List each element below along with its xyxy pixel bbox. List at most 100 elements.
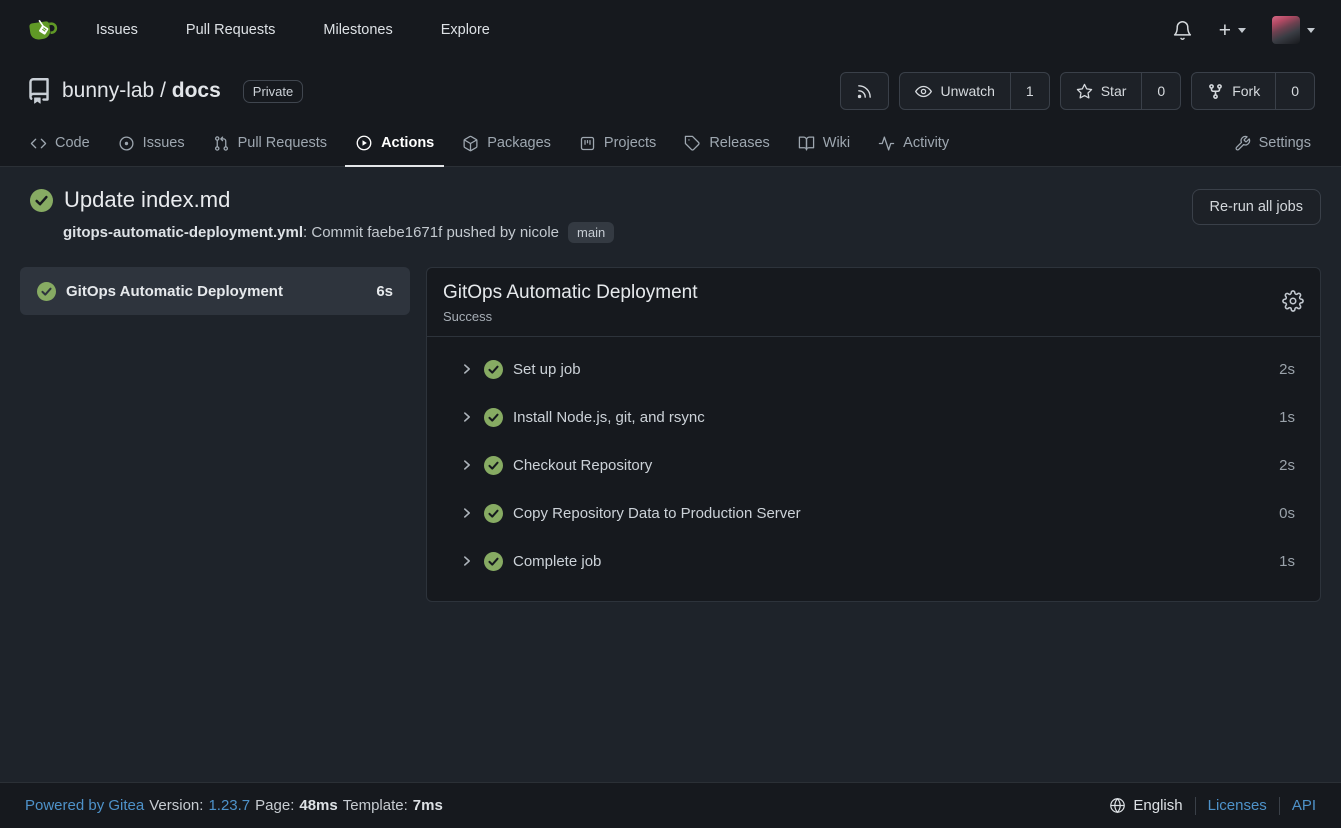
step-row-checkout[interactable]: Checkout Repository 2s [427, 441, 1320, 489]
fork-label: Fork [1232, 83, 1260, 99]
licenses-link[interactable]: Licenses [1208, 797, 1267, 814]
success-check-icon [484, 456, 503, 475]
play-circle-icon [355, 134, 373, 152]
chevron-right-icon [460, 554, 474, 568]
step-duration: 1s [1279, 409, 1295, 426]
issue-opened-icon [118, 135, 135, 152]
top-navbar: Issues Pull Requests Milestones Explore … [0, 0, 1341, 60]
star-icon [1076, 83, 1093, 100]
tab-label: Settings [1259, 135, 1311, 151]
job-panel-header: GitOps Automatic Deployment Success [427, 268, 1320, 337]
job-name: GitOps Automatic Deployment [66, 283, 283, 300]
unwatch-button[interactable]: Unwatch [900, 73, 1009, 109]
step-name: Install Node.js, git, and rsync [513, 409, 705, 426]
run-columns: GitOps Automatic Deployment 6s GitOps Au… [20, 267, 1321, 602]
powered-by-gitea-link[interactable]: Powered by Gitea [25, 797, 144, 814]
api-link[interactable]: API [1292, 797, 1316, 814]
tab-packages[interactable]: Packages [448, 120, 565, 166]
tab-code[interactable]: Code [16, 120, 104, 166]
fork-button[interactable]: Fork [1192, 73, 1275, 109]
rerun-all-jobs-button[interactable]: Re-run all jobs [1192, 189, 1322, 225]
job-status-text: Success [443, 309, 698, 324]
unwatch-label: Unwatch [940, 83, 994, 99]
nav-item-explore[interactable]: Explore [429, 22, 502, 38]
template-time-label: Template: [343, 797, 408, 814]
nav-item-pull-requests[interactable]: Pull Requests [174, 22, 287, 38]
footer-divider [1195, 797, 1196, 815]
gitea-logo-icon[interactable] [26, 14, 58, 46]
tabbar-spacer [963, 120, 1220, 166]
footer-divider [1279, 797, 1280, 815]
tab-projects[interactable]: Projects [565, 120, 670, 166]
book-open-icon [798, 135, 815, 152]
package-icon [462, 135, 479, 152]
language-label: English [1133, 797, 1182, 814]
run-title: Update index.md [64, 187, 230, 213]
version-label: Version: [149, 797, 203, 814]
rss-feed-button[interactable] [840, 72, 889, 110]
tab-label: Releases [709, 135, 769, 151]
chevron-right-icon [460, 458, 474, 472]
page-time-label: Page: [255, 797, 294, 814]
tab-issues[interactable]: Issues [104, 120, 199, 166]
chevron-down-icon [1238, 28, 1246, 33]
star-button[interactable]: Star [1061, 73, 1142, 109]
step-row-setup-job[interactable]: Set up job 2s [427, 345, 1320, 393]
tab-label: Wiki [823, 135, 850, 151]
tab-label: Projects [604, 135, 656, 151]
tab-label: Packages [487, 135, 551, 151]
nav-links: Issues Pull Requests Milestones Explore [72, 22, 514, 38]
repo-header: bunny-lab / docs Private [0, 60, 1341, 120]
chevron-right-icon [460, 506, 474, 520]
navbar-right: + [1172, 16, 1315, 44]
create-new-dropdown[interactable]: + [1219, 20, 1246, 41]
success-check-icon [484, 360, 503, 379]
gear-icon[interactable] [1282, 290, 1304, 312]
tab-wiki[interactable]: Wiki [784, 120, 864, 166]
step-duration: 2s [1279, 457, 1295, 474]
tab-label: Actions [381, 135, 434, 151]
commit-info: : Commit faebe1671f pushed by nicole [303, 224, 559, 241]
nav-item-issues[interactable]: Issues [84, 22, 150, 38]
footer-links: English Licenses API [1109, 797, 1316, 815]
step-name: Copy Repository Data to Production Serve… [513, 505, 801, 522]
footer-meta: Powered by Gitea Version: 1.23.7 Page: 4… [25, 797, 443, 814]
actions-run-view: Update index.md gitops-automatic-deploym… [0, 167, 1341, 782]
notifications-button[interactable] [1172, 20, 1193, 41]
step-row-complete-job[interactable]: Complete job 1s [427, 537, 1320, 585]
success-check-icon [484, 408, 503, 427]
step-name: Set up job [513, 361, 581, 378]
step-row-copy-data[interactable]: Copy Repository Data to Production Serve… [427, 489, 1320, 537]
step-name: Checkout Repository [513, 457, 652, 474]
version-link[interactable]: 1.23.7 [208, 797, 250, 814]
tools-icon [1234, 135, 1251, 152]
private-badge: Private [243, 80, 303, 103]
forks-count[interactable]: 0 [1275, 73, 1314, 109]
nav-item-milestones[interactable]: Milestones [311, 22, 404, 38]
tab-releases[interactable]: Releases [670, 120, 783, 166]
tab-activity[interactable]: Activity [864, 120, 963, 166]
tab-actions[interactable]: Actions [341, 120, 448, 166]
eye-icon [915, 83, 932, 100]
bell-icon [1172, 20, 1193, 41]
step-row-install-deps[interactable]: Install Node.js, git, and rsync 1s [427, 393, 1320, 441]
workflow-file-link[interactable]: gitops-automatic-deployment.yml [63, 224, 303, 241]
repo-book-icon [26, 78, 52, 104]
job-duration: 6s [376, 283, 393, 300]
tag-icon [684, 135, 701, 152]
watchers-count[interactable]: 1 [1010, 73, 1049, 109]
job-list-item[interactable]: GitOps Automatic Deployment 6s [20, 267, 410, 315]
language-selector[interactable]: English [1109, 797, 1182, 814]
step-duration: 0s [1279, 505, 1295, 522]
user-menu[interactable] [1272, 16, 1315, 44]
stars-count[interactable]: 0 [1141, 73, 1180, 109]
repo-name-link[interactable]: docs [172, 79, 221, 102]
step-duration: 2s [1279, 361, 1295, 378]
tab-pull-requests[interactable]: Pull Requests [199, 120, 341, 166]
tab-settings[interactable]: Settings [1220, 120, 1325, 166]
git-pull-request-icon [213, 135, 230, 152]
repo-owner-link[interactable]: bunny-lab [62, 79, 154, 102]
page-time-value: 48ms [299, 797, 337, 814]
branch-badge[interactable]: main [568, 222, 614, 243]
chevron-right-icon [460, 410, 474, 424]
